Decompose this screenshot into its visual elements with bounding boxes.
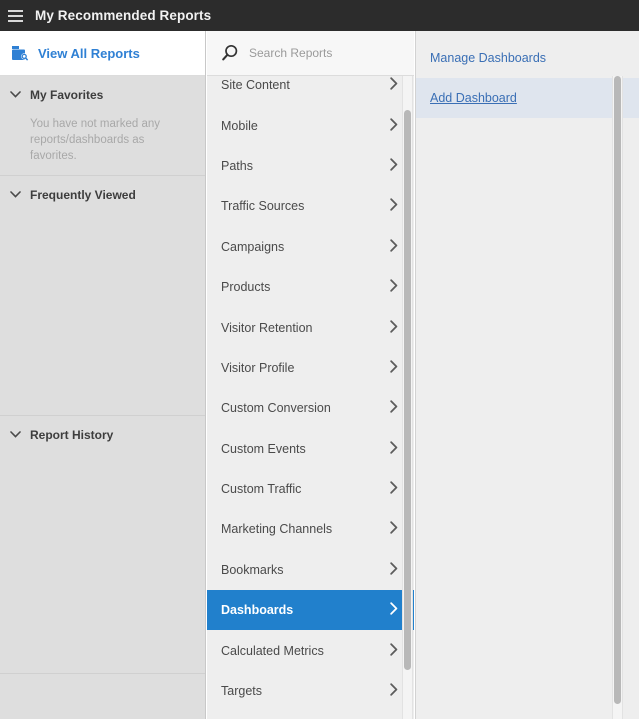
search-icon bbox=[221, 44, 239, 62]
menu-item-label: Paths bbox=[221, 159, 253, 173]
chevron-right-icon bbox=[390, 158, 398, 174]
menu-item-label: Calculated Metrics bbox=[221, 644, 324, 658]
chevron-right-icon bbox=[390, 521, 398, 537]
sidebar-section-header-frequently-viewed[interactable]: Frequently Viewed bbox=[0, 176, 205, 214]
reports-menu-scrollbar[interactable] bbox=[402, 76, 413, 719]
menu-item-custom-conversion[interactable]: Custom Conversion bbox=[207, 388, 414, 428]
chevron-down-icon bbox=[10, 430, 24, 441]
menu-item-label: Traffic Sources bbox=[221, 199, 304, 213]
top-bar: My Recommended Reports bbox=[0, 0, 639, 31]
menu-item-site-content[interactable]: Site Content bbox=[207, 76, 414, 105]
menu-item-label: Site Content bbox=[221, 78, 290, 92]
submenu-item-manage-dashboards[interactable]: Manage Dashboards bbox=[416, 38, 639, 78]
menu-item-visitor-retention[interactable]: Visitor Retention bbox=[207, 307, 414, 347]
reports-menu-scrollbar-thumb[interactable] bbox=[404, 110, 411, 670]
menu-item-calculated-metrics[interactable]: Calculated Metrics bbox=[207, 630, 414, 670]
sidebar-section-label: Report History bbox=[30, 428, 113, 442]
menu-item-custom-traffic[interactable]: Custom Traffic bbox=[207, 469, 414, 509]
hamburger-line bbox=[8, 15, 23, 17]
reports-menu-list: Site Content Mobile Paths Traffic Sources Ca… bbox=[207, 76, 414, 719]
chevron-right-icon bbox=[390, 643, 398, 659]
chevron-right-icon bbox=[390, 118, 398, 134]
menu-item-visitor-profile[interactable]: Visitor Profile bbox=[207, 348, 414, 388]
submenu-scrollbar-thumb[interactable] bbox=[614, 76, 621, 704]
chevron-down-icon bbox=[10, 190, 24, 201]
search-reports-field[interactable]: Search Reports bbox=[207, 31, 414, 76]
chevron-right-icon bbox=[390, 279, 398, 295]
menu-item-traffic-sources[interactable]: Traffic Sources bbox=[207, 186, 414, 226]
dashboards-submenu-list: Manage Dashboards Add Dashboard bbox=[416, 38, 639, 118]
chevron-right-icon bbox=[390, 320, 398, 336]
menu-item-label: Targets bbox=[221, 684, 262, 698]
menu-item-label: Visitor Profile bbox=[221, 361, 294, 375]
chevron-right-icon bbox=[390, 77, 398, 93]
sidebar-divider bbox=[0, 673, 205, 674]
hamburger-line bbox=[8, 20, 23, 22]
menu-item-label: Marketing Channels bbox=[221, 522, 332, 536]
view-all-reports-button[interactable]: View All Reports bbox=[0, 31, 205, 76]
menu-item-campaigns[interactable]: Campaigns bbox=[207, 227, 414, 267]
page-title: My Recommended Reports bbox=[35, 8, 211, 23]
hamburger-icon[interactable] bbox=[0, 0, 31, 31]
menu-item-paths[interactable]: Paths bbox=[207, 146, 414, 186]
menu-item-label: Custom Conversion bbox=[221, 401, 331, 415]
dashboards-submenu-panel: Manage Dashboards Add Dashboard bbox=[415, 31, 639, 719]
chevron-right-icon bbox=[390, 360, 398, 376]
menu-item-marketing-channels[interactable]: Marketing Channels bbox=[207, 509, 414, 549]
menu-item-label: Dashboards bbox=[221, 603, 293, 617]
view-all-reports-label: View All Reports bbox=[38, 46, 140, 61]
chevron-down-icon bbox=[10, 90, 24, 101]
menu-item-dashboards[interactable]: Dashboards bbox=[207, 590, 414, 630]
chevron-right-icon bbox=[390, 562, 398, 578]
menu-item-label: Visitor Retention bbox=[221, 321, 313, 335]
favorites-empty-message: You have not marked any reports/dashboar… bbox=[30, 116, 189, 164]
chevron-right-icon bbox=[390, 683, 398, 699]
sidebar-section-label: Frequently Viewed bbox=[30, 188, 136, 202]
menu-item-mobile[interactable]: Mobile bbox=[207, 105, 414, 145]
chevron-right-icon bbox=[390, 441, 398, 457]
sidebar-section-frequently-viewed: Frequently Viewed bbox=[0, 176, 205, 416]
menu-item-label: Mobile bbox=[221, 119, 258, 133]
menu-item-targets[interactable]: Targets bbox=[207, 671, 414, 711]
submenu-top-spacer bbox=[416, 31, 639, 38]
chevron-right-icon bbox=[390, 400, 398, 416]
submenu-item-link: Manage Dashboards bbox=[430, 51, 546, 65]
menu-item-bookmarks[interactable]: Bookmarks bbox=[207, 550, 414, 590]
left-sidebar: View All Reports My Favorites You have n… bbox=[0, 31, 206, 719]
search-input-placeholder: Search Reports bbox=[249, 46, 332, 60]
submenu-item-link: Add Dashboard bbox=[430, 91, 517, 105]
chevron-right-icon bbox=[390, 481, 398, 497]
chevron-right-icon bbox=[390, 602, 398, 618]
chevron-right-icon bbox=[390, 239, 398, 255]
sidebar-section-my-favorites: My Favorites You have not marked any rep… bbox=[0, 76, 205, 176]
sidebar-section-body-my-favorites: You have not marked any reports/dashboar… bbox=[0, 114, 205, 178]
menu-item-products[interactable]: Products bbox=[207, 267, 414, 307]
menu-item-label: Campaigns bbox=[221, 240, 284, 254]
reports-menu-column: Search Reports Site Content Mobile Paths Tr… bbox=[207, 31, 414, 719]
menu-item-label: Products bbox=[221, 280, 270, 294]
sidebar-section-header-my-favorites[interactable]: My Favorites bbox=[0, 76, 205, 114]
menu-item-label: Custom Traffic bbox=[221, 482, 301, 496]
submenu-item-add-dashboard[interactable]: Add Dashboard bbox=[416, 78, 639, 118]
menu-item-label: Bookmarks bbox=[221, 563, 284, 577]
chevron-right-icon bbox=[390, 198, 398, 214]
reports-search-icon bbox=[12, 45, 29, 61]
menu-item-custom-events[interactable]: Custom Events bbox=[207, 429, 414, 469]
sidebar-section-header-report-history[interactable]: Report History bbox=[0, 416, 205, 454]
hamburger-line bbox=[8, 10, 23, 12]
menu-item-label: Custom Events bbox=[221, 442, 306, 456]
submenu-scrollbar[interactable] bbox=[612, 76, 623, 719]
sidebar-section-label: My Favorites bbox=[30, 88, 103, 102]
